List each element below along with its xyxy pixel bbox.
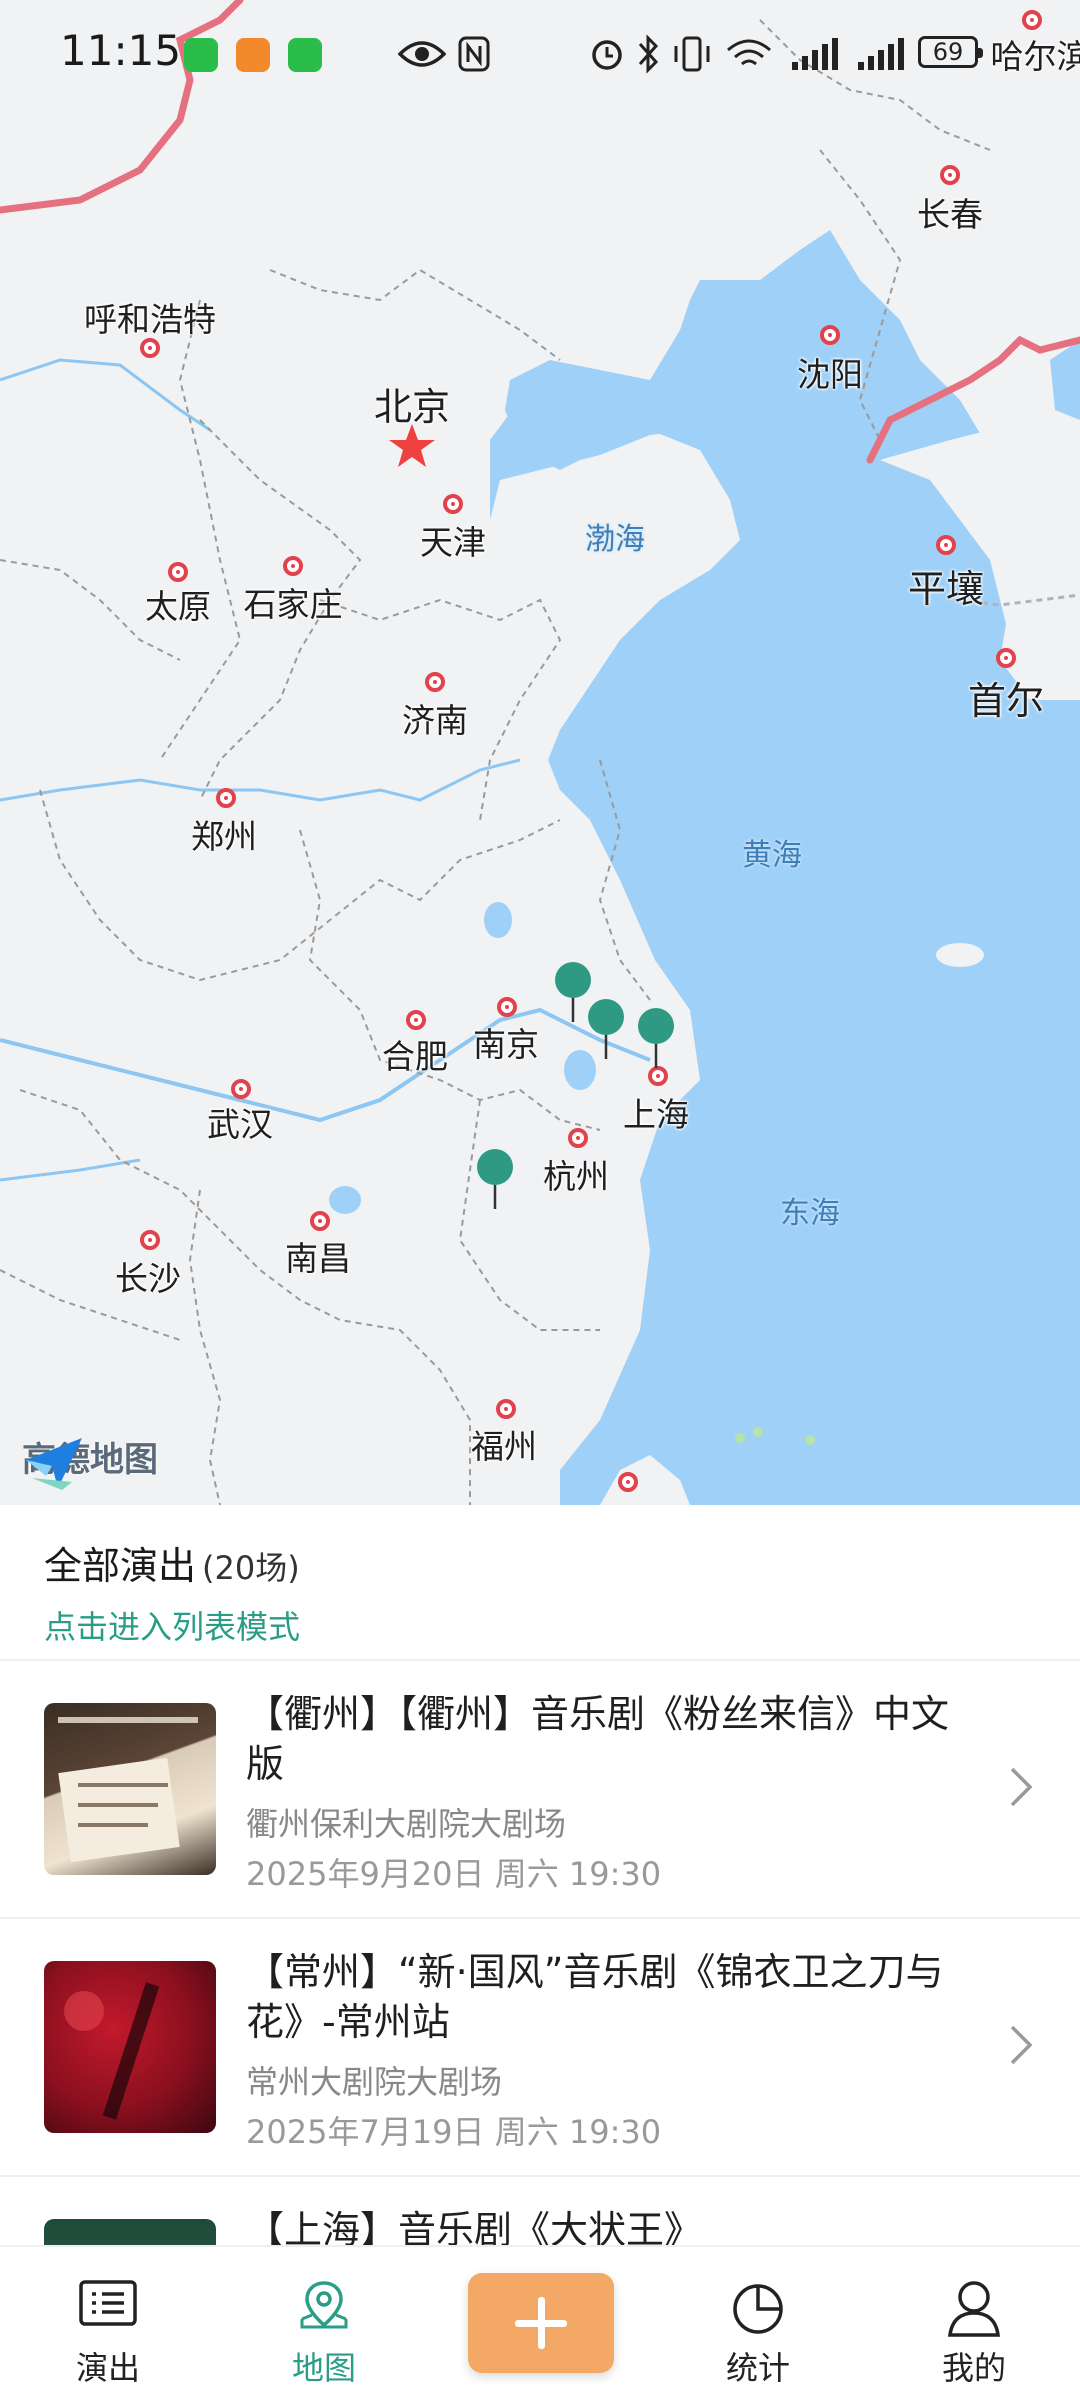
sea-label: 渤海 bbox=[585, 514, 645, 558]
city-dot bbox=[425, 672, 445, 692]
city-label: 长春 bbox=[917, 188, 983, 236]
city-label: 石家庄 bbox=[244, 578, 343, 626]
city-dot bbox=[496, 1399, 516, 1419]
tab-shows[interactable]: 演出 bbox=[38, 2247, 178, 2389]
tab-profile[interactable]: 我的 bbox=[904, 2247, 1044, 2389]
sheet-title: 全部演出(20场) bbox=[44, 1535, 1036, 1590]
city-label: 太原 bbox=[145, 580, 211, 628]
bottom-tab-bar: 演出 地图 统计 我的 bbox=[0, 2245, 1080, 2389]
show-count: (20场) bbox=[202, 1549, 300, 1587]
city-dot bbox=[140, 338, 160, 358]
add-button[interactable] bbox=[468, 2273, 614, 2373]
battery-icon: 69 bbox=[918, 36, 978, 68]
tab-map[interactable]: 地图 bbox=[254, 2247, 394, 2389]
chevron-right-icon bbox=[1004, 1765, 1038, 1809]
map-pin-icon bbox=[298, 2279, 350, 2331]
list-mode-link[interactable]: 点击进入列表模式 bbox=[44, 1602, 1036, 1648]
show-list-item[interactable]: 【衢州】【衢州】音乐剧《粉丝来信》中文版 衢州保利大剧院大剧场 2025年9月2… bbox=[0, 1661, 1080, 1919]
show-venue: 衢州保利大剧院大剧场 bbox=[246, 1799, 566, 1845]
show-list-item[interactable]: 【常州】“新·国风”音乐剧《锦衣卫之刀与花》-常州站 常州大剧院大剧场 2025… bbox=[0, 1919, 1080, 2177]
city-dot bbox=[140, 1230, 160, 1250]
show-date: 2025年9月20日 周六 19:30 bbox=[246, 1849, 661, 1895]
city-label: 北京 bbox=[374, 376, 450, 431]
city-label: 沈阳 bbox=[797, 348, 863, 396]
alarm-icon bbox=[588, 34, 626, 72]
pie-chart-icon bbox=[730, 2279, 786, 2335]
user-icon bbox=[946, 2279, 1002, 2337]
sea-label: 黄海 bbox=[742, 830, 802, 874]
eye-icon bbox=[398, 38, 446, 70]
show-title: 【衢州】【衢州】音乐剧《粉丝来信》中文版 bbox=[246, 1689, 986, 1789]
taobao-icon bbox=[236, 38, 270, 72]
city-dot bbox=[283, 556, 303, 576]
show-title: 【上海】音乐剧《大状王》 bbox=[246, 2205, 986, 2245]
city-dot bbox=[568, 1128, 588, 1148]
city-label: 济南 bbox=[402, 694, 468, 742]
tab-stats[interactable]: 统计 bbox=[688, 2247, 828, 2389]
amap-logo-icon bbox=[22, 1432, 88, 1492]
city-label: 长沙 bbox=[115, 1252, 181, 1300]
city-dot bbox=[443, 494, 463, 514]
city-label: 武汉 bbox=[207, 1098, 273, 1146]
city-dot bbox=[618, 1472, 638, 1492]
event-map-marker[interactable] bbox=[475, 1147, 515, 1215]
city-label: 南京 bbox=[473, 1018, 539, 1066]
sheet-header: 全部演出(20场) 点击进入列表模式 bbox=[0, 1505, 1080, 1661]
wechat-icon bbox=[184, 38, 218, 72]
city-label: 上海 bbox=[623, 1088, 689, 1136]
show-poster bbox=[44, 2219, 216, 2245]
city-dot bbox=[940, 165, 960, 185]
signal-icon bbox=[790, 38, 838, 72]
city-dot bbox=[497, 997, 517, 1017]
sheet-title-text: 全部演出 bbox=[44, 1544, 196, 1588]
city-dot bbox=[406, 1010, 426, 1030]
tab-label: 地图 bbox=[254, 2343, 394, 2389]
status-time: 11:15 bbox=[60, 26, 181, 75]
city-dot bbox=[168, 562, 188, 582]
show-poster bbox=[44, 1961, 216, 2133]
tab-label: 我的 bbox=[904, 2343, 1044, 2389]
show-date: 2025年7月19日 周六 19:30 bbox=[246, 2107, 661, 2153]
city-label: 福州 bbox=[471, 1420, 537, 1468]
city-dot bbox=[936, 535, 956, 555]
tab-label: 演出 bbox=[38, 2343, 178, 2389]
signal-icon bbox=[856, 38, 904, 72]
show-list-sheet[interactable]: 全部演出(20场) 点击进入列表模式 【衢州】【衢州】音乐剧《粉丝来信》中文版 … bbox=[0, 1505, 1080, 2245]
city-label: 南昌 bbox=[285, 1232, 351, 1280]
vibrate-icon bbox=[670, 34, 714, 74]
city-label: 首尔 bbox=[968, 670, 1044, 725]
bluetooth-icon bbox=[636, 34, 660, 74]
show-poster bbox=[44, 1703, 216, 1875]
show-venue: 常州大剧院大剧场 bbox=[246, 2057, 502, 2103]
status-bar: 11:15 69 bbox=[0, 0, 1080, 105]
list-icon bbox=[78, 2279, 138, 2327]
city-label: 合肥 bbox=[382, 1030, 448, 1078]
city-label: 郑州 bbox=[191, 810, 257, 858]
chevron-right-icon bbox=[1004, 2023, 1038, 2067]
event-map-marker[interactable] bbox=[636, 1006, 676, 1074]
city-dot bbox=[231, 1079, 251, 1099]
map-view[interactable]: 哈尔滨 长春 呼和浩特 沈阳 北京 天津 太原 石家庄 平壤 首尔 济南 郑州 … bbox=[0, 0, 1080, 1505]
city-dot bbox=[996, 648, 1016, 668]
city-label: 天津 bbox=[420, 516, 486, 564]
event-map-marker[interactable] bbox=[586, 997, 626, 1065]
city-label: 平壤 bbox=[908, 558, 984, 613]
show-list-item[interactable]: 【上海】音乐剧《大状王》 bbox=[0, 2177, 1080, 2245]
city-dot bbox=[820, 325, 840, 345]
city-label: 呼和浩特 bbox=[84, 293, 216, 341]
city-label: 杭州 bbox=[543, 1150, 609, 1198]
city-dot bbox=[216, 788, 236, 808]
amap-logo: 高德地图 bbox=[22, 1432, 158, 1481]
nfc-icon bbox=[458, 36, 490, 72]
sea-label: 东海 bbox=[780, 1188, 840, 1232]
wifi-icon bbox=[724, 36, 774, 72]
tab-label: 统计 bbox=[688, 2343, 828, 2389]
wechat-icon bbox=[288, 38, 322, 72]
show-title: 【常州】“新·国风”音乐剧《锦衣卫之刀与花》-常州站 bbox=[246, 1947, 986, 2047]
city-dot bbox=[310, 1211, 330, 1231]
